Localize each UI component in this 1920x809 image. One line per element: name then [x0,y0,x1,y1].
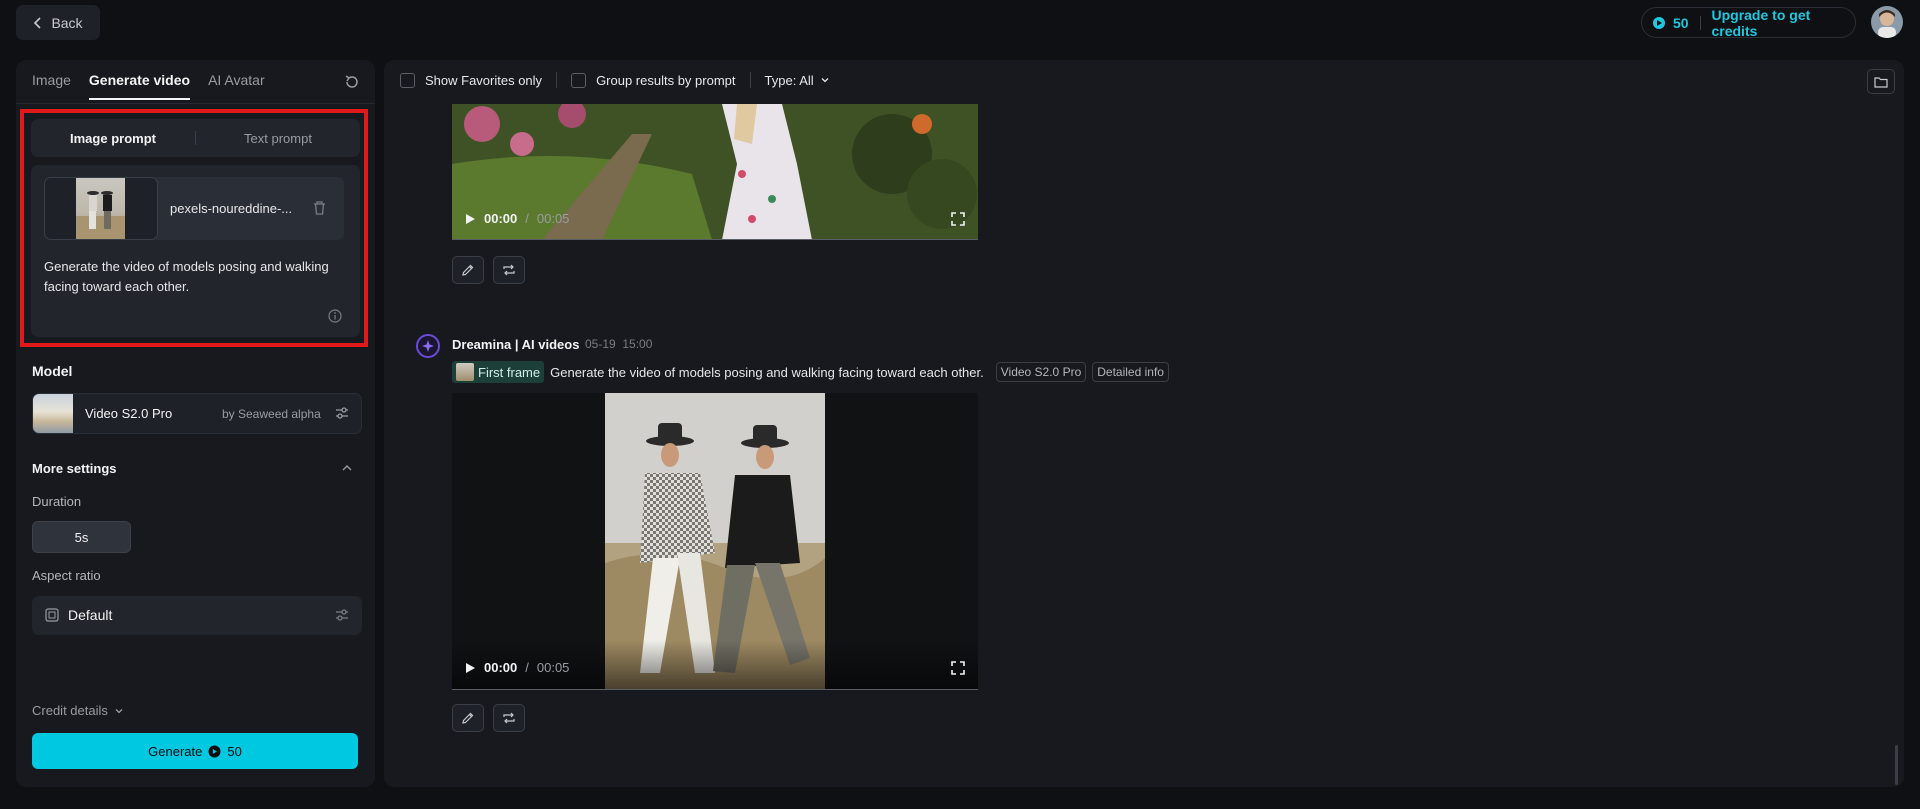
tab-text-prompt[interactable]: Text prompt [196,131,360,146]
chevron-down-icon [820,75,830,85]
reset-icon[interactable] [343,73,361,91]
duration-option-5s[interactable]: 5s [32,521,131,553]
file-name: pexels-noureddine-... [170,201,293,216]
file-thumbnail [76,178,125,239]
tab-ai-avatar[interactable]: AI Avatar [208,72,265,100]
fullscreen-icon[interactable] [951,212,965,226]
mode-tabs: Image Generate video AI Avatar [32,72,265,100]
model-thumbnail [33,394,73,433]
info-icon[interactable] [328,309,342,323]
folder-button[interactable] [1867,69,1895,94]
first-frame-chip[interactable]: First frame [452,361,545,383]
first-frame-label: First frame [478,364,541,380]
sliders-icon[interactable] [334,607,350,623]
duration-label: Duration [32,494,82,509]
play-icon[interactable] [464,213,476,225]
video-controls: 00:00 / 00:05 [464,211,569,226]
time-separator: / [525,660,529,675]
generate-button[interactable]: Generate 50 [32,733,358,769]
result-source: Dreamina | AI videos [452,337,580,352]
model-name: Video S2.0 Pro [85,406,173,421]
edit-button[interactable] [452,256,484,284]
aspect-ratio-value: Default [68,607,113,623]
results-scrollbar[interactable] [1895,745,1898,785]
aspect-ratio-label: Aspect ratio [32,568,101,583]
fullscreen-icon[interactable] [951,661,965,675]
regenerate-button[interactable] [493,256,525,284]
duration-value: 5s [74,529,89,545]
back-button[interactable]: Back [16,5,100,40]
chevron-left-icon [33,16,43,29]
video-duration: 00:05 [536,660,570,675]
aspect-ratio-icon [45,608,59,622]
chevron-up-icon[interactable] [341,462,353,474]
regenerate-button[interactable] [493,704,525,732]
generate-cost: 50 [227,743,242,759]
filter-bar: Show Favorites only Group results by pro… [400,72,830,88]
edit-button[interactable] [452,704,484,732]
prompt-textarea[interactable]: Generate the video of models posing and … [44,257,350,297]
prompt-type-tabs: Image prompt Text prompt [31,119,360,157]
pencil-icon [461,711,475,725]
back-label: Back [51,14,83,31]
credit-coin-icon [1652,16,1666,30]
video-duration: 00:05 [536,211,570,226]
video-current-time: 00:00 [484,660,518,675]
type-filter-label: Type: All [764,72,814,88]
time-separator: / [525,211,529,226]
model-provider: by Seaweed alpha [222,407,321,421]
repeat-icon [502,263,516,277]
favorites-checkbox[interactable] [400,72,415,88]
credits-count: 50 [1673,14,1689,31]
detailed-info-tag[interactable]: Detailed info [1092,362,1169,382]
video-controls: 00:00 / 00:05 [464,660,569,675]
first-frame-thumbnail [456,363,474,381]
more-settings-label[interactable]: More settings [32,461,117,476]
credits-divider [1699,15,1701,30]
video-current-time: 00:00 [484,211,518,226]
repeat-icon [502,711,516,725]
group-label[interactable]: Group results by prompt [596,73,735,88]
trash-icon[interactable] [312,200,327,216]
result-date: 05-19 [585,337,616,351]
model-label: Model [32,363,73,379]
type-filter-dropdown[interactable]: Type: All [765,73,830,88]
generate-label: Generate [148,743,203,759]
tab-image-prompt[interactable]: Image prompt [31,131,195,146]
video-progress-track[interactable] [452,689,978,690]
video-progress-track[interactable] [452,239,978,240]
filter-divider [556,72,558,88]
chevron-down-icon [114,706,124,716]
favorites-label[interactable]: Show Favorites only [425,73,542,88]
credits-pill[interactable]: 50 Upgrade to get credits [1641,7,1856,39]
pencil-icon [461,263,475,277]
avatar[interactable] [1871,6,1903,38]
tab-generate-video[interactable]: Generate video [88,72,191,100]
result-time: 15:00 [622,337,653,351]
credit-details-label: Credit details [32,703,108,718]
folder-icon [1874,76,1888,88]
model-tag[interactable]: Video S2.0 Pro [995,362,1087,382]
result-prompt-line: First frame Generate the video of models… [452,361,1169,383]
credit-details-toggle[interactable]: Credit details [32,703,124,718]
upgrade-link[interactable]: Upgrade to get credits [1711,7,1845,39]
result-prompt: Generate the video of models posing and … [550,364,984,380]
tab-image[interactable]: Image [32,72,71,100]
group-checkbox[interactable] [571,72,587,88]
dreamina-logo-icon [416,334,440,358]
sliders-icon[interactable] [334,405,350,421]
tabs-divider [16,103,375,104]
result-timestamp: 05-19 15:00 [585,337,652,351]
filter-divider [749,72,751,88]
credit-coin-icon [208,745,221,758]
play-icon[interactable] [464,662,476,674]
